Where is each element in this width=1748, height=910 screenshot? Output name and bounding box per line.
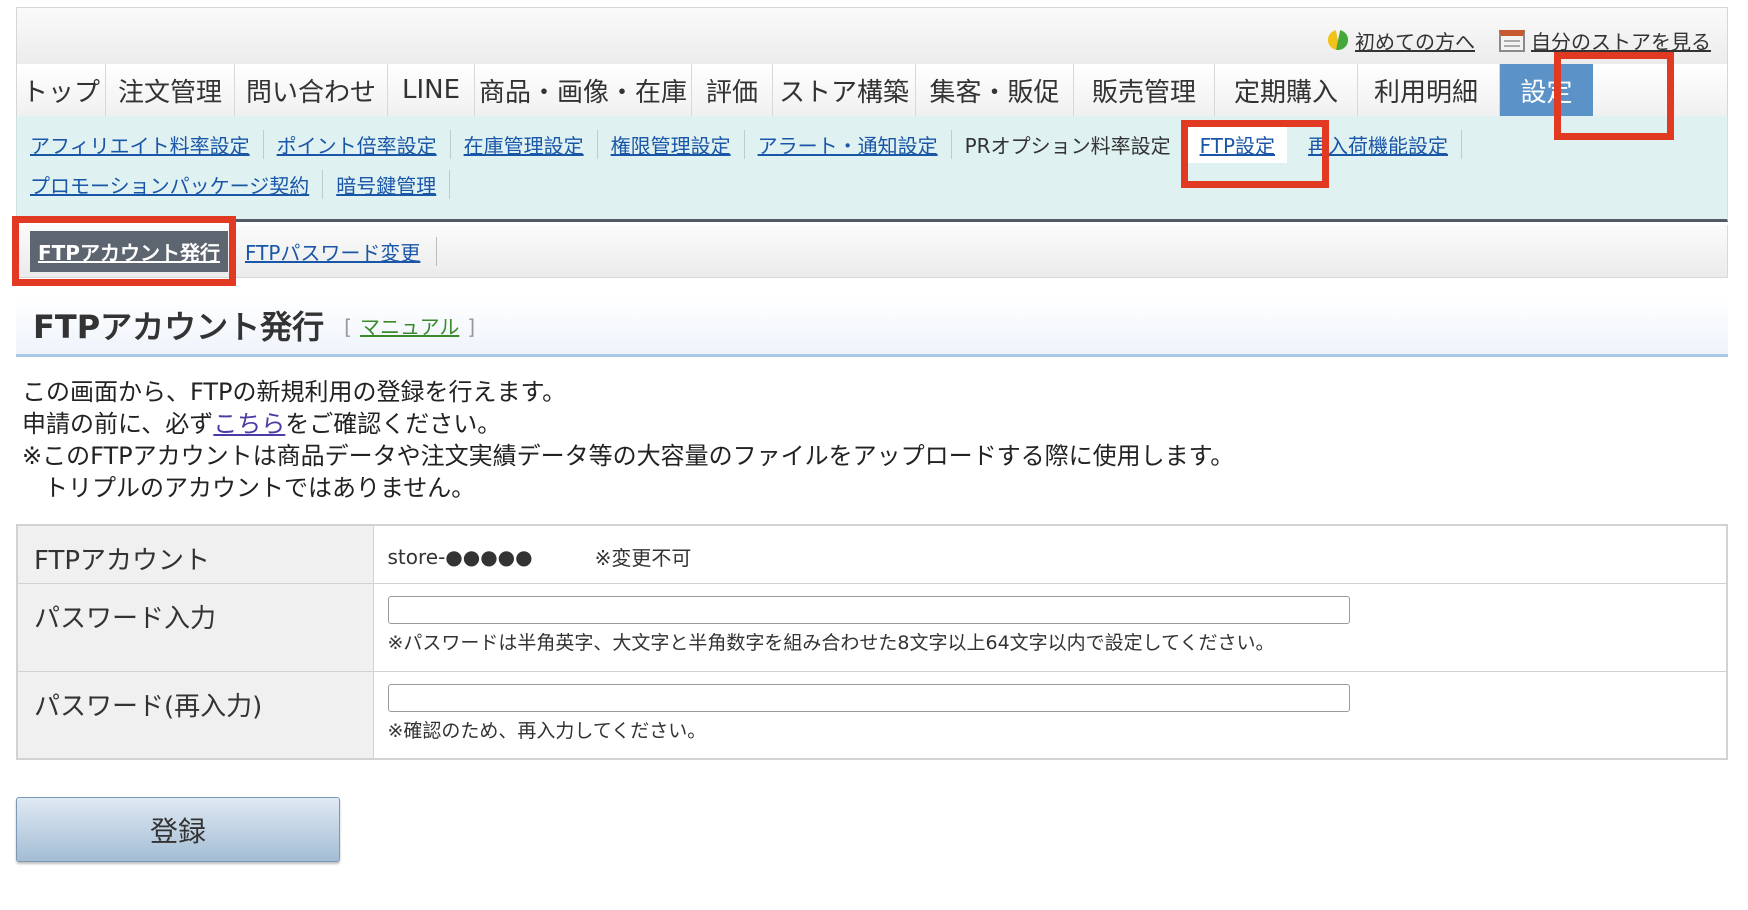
tab-reviews[interactable]: 評価 [692, 64, 773, 116]
view-my-store-link[interactable]: 自分のストアを見る [1499, 26, 1711, 55]
beginners-link[interactable]: 初めての方へ [1327, 26, 1475, 55]
tab-line[interactable]: LINE [388, 64, 475, 116]
tab-products[interactable]: 商品・画像・在庫 [475, 64, 692, 116]
top-utility-bar: 初めての方へ 自分のストアを見る [16, 7, 1728, 64]
page-title: FTPアカウント発行 [33, 308, 325, 346]
nav-filler [1593, 64, 1727, 116]
page-title-bar: FTPアカウント発行 [ マニュアル] [16, 296, 1728, 357]
tab-ftp-password-change[interactable]: FTPパスワード変更 [245, 236, 438, 266]
register-button[interactable]: 登録 [16, 797, 340, 862]
intro-line-2: 申請の前に、必ずこちらをご確認ください。 [22, 408, 1234, 440]
tab-subscriptions[interactable]: 定期購入 [1215, 64, 1358, 116]
subnav-alert-settings[interactable]: アラート・通知設定 [745, 129, 952, 159]
intro-line-2-after: をご確認ください。 [285, 410, 502, 438]
subnav-row-1: アフィリエイト料率設定 ポイント倍率設定 在庫管理設定 権限管理設定 アラート・… [30, 124, 1727, 164]
tab-settings[interactable]: 設定 [1500, 64, 1593, 116]
password-row: パスワード入力 ※パスワードは半角英字、大文字と半角数字を組み合わせた8文字以上… [16, 582, 1728, 672]
tab-store-builder[interactable]: ストア構築 [773, 64, 916, 116]
password-confirm-label: パスワード(再入力) [16, 670, 374, 760]
tab-billing[interactable]: 利用明細 [1358, 64, 1500, 116]
bracket-close: ] [467, 314, 476, 339]
account-cell: store-●●●●● ※変更不可 [372, 524, 1728, 584]
subnav-ftp-settings[interactable]: FTP設定 [1187, 125, 1288, 163]
subnav-point-rate[interactable]: ポイント倍率設定 [264, 129, 451, 159]
settings-sub-navigation: アフィリエイト料率設定 ポイント倍率設定 在庫管理設定 権限管理設定 アラート・… [16, 116, 1728, 222]
subnav-promotion-package[interactable]: プロモーションパッケージ契約 [30, 169, 324, 199]
bracket-open: [ [344, 314, 352, 339]
account-label: FTPアカウント [16, 524, 374, 584]
intro-line-1: この画面から、FTPの新規利用の登録を行えます。 [22, 378, 567, 406]
intro-line-2-before: 申請の前に、必ず [22, 410, 214, 438]
subnav-encryption-keys[interactable]: 暗号鍵管理 [323, 169, 451, 199]
account-note: ※変更不可 [594, 546, 692, 570]
tab-marketing[interactable]: 集客・販促 [916, 64, 1074, 116]
tab-top[interactable]: トップ [17, 64, 106, 116]
main-navigation: トップ 注文管理 問い合わせ LINE 商品・画像・在庫 評価 ストア構築 集客… [16, 64, 1728, 116]
storefront-icon [1499, 29, 1525, 52]
subnav-permission-settings[interactable]: 権限管理設定 [598, 129, 745, 159]
view-my-store-link-label: 自分のストアを見る [1531, 30, 1711, 54]
password-confirm-cell: ※確認のため、再入力してください。 [372, 670, 1728, 760]
tab-inquiries[interactable]: 問い合わせ [235, 64, 388, 116]
manual-link-wrap: [ マニュアル] [344, 311, 475, 340]
password-confirm-row: パスワード(再入力) ※確認のため、再入力してください。 [16, 670, 1728, 760]
subnav-inventory-settings[interactable]: 在庫管理設定 [451, 129, 598, 159]
password-confirm-note: ※確認のため、再入力してください。 [387, 719, 707, 742]
password-label: パスワード入力 [16, 582, 374, 672]
password-note: ※パスワードは半角英字、大文字と半角数字を組み合わせた8文字以上64文字以内で設… [387, 631, 1275, 654]
ftp-tab-bar: FTPアカウント発行 FTPパスワード変更 [16, 225, 1728, 278]
subnav-row-2: プロモーションパッケージ契約 暗号鍵管理 [30, 164, 1727, 204]
ftp-account-form: FTPアカウント store-●●●●● ※変更不可 パスワード入力 ※パスワー… [16, 524, 1728, 760]
intro-text: この画面から、FTPの新規利用の登録を行えます。 申請の前に、必ずこちらをご確認… [22, 376, 1234, 504]
password-cell: ※パスワードは半角英字、大文字と半角数字を組み合わせた8文字以上64文字以内で設… [372, 582, 1728, 672]
tab-orders[interactable]: 注文管理 [106, 64, 235, 116]
intro-here-link[interactable]: こちら [213, 410, 285, 438]
beginner-leaf-icon [1327, 29, 1349, 53]
beginners-link-label: 初めての方へ [1355, 30, 1475, 54]
password-confirm-input[interactable] [387, 683, 1350, 712]
intro-line-3: ※このFTPアカウントは商品データや注文実績データ等の大容量のファイルをアップロ… [22, 442, 1235, 470]
utility-links: 初めての方へ 自分のストアを見る [1327, 26, 1711, 55]
tab-ftp-account-issue[interactable]: FTPアカウント発行 [30, 230, 228, 272]
account-row: FTPアカウント store-●●●●● ※変更不可 [16, 524, 1728, 584]
tab-sales-management[interactable]: 販売管理 [1074, 64, 1215, 116]
manual-link[interactable]: マニュアル [360, 315, 459, 339]
subnav-restock-settings[interactable]: 再入荷機能設定 [1295, 129, 1463, 159]
subnav-affiliate-rate[interactable]: アフィリエイト料率設定 [30, 129, 264, 159]
account-value: store-●●●●● [387, 544, 533, 569]
intro-line-4: トリプルのアカウントではありません。 [44, 474, 476, 502]
subnav-pr-option-rate: PRオプション料率設定 [952, 129, 1185, 159]
password-input[interactable] [387, 595, 1350, 624]
